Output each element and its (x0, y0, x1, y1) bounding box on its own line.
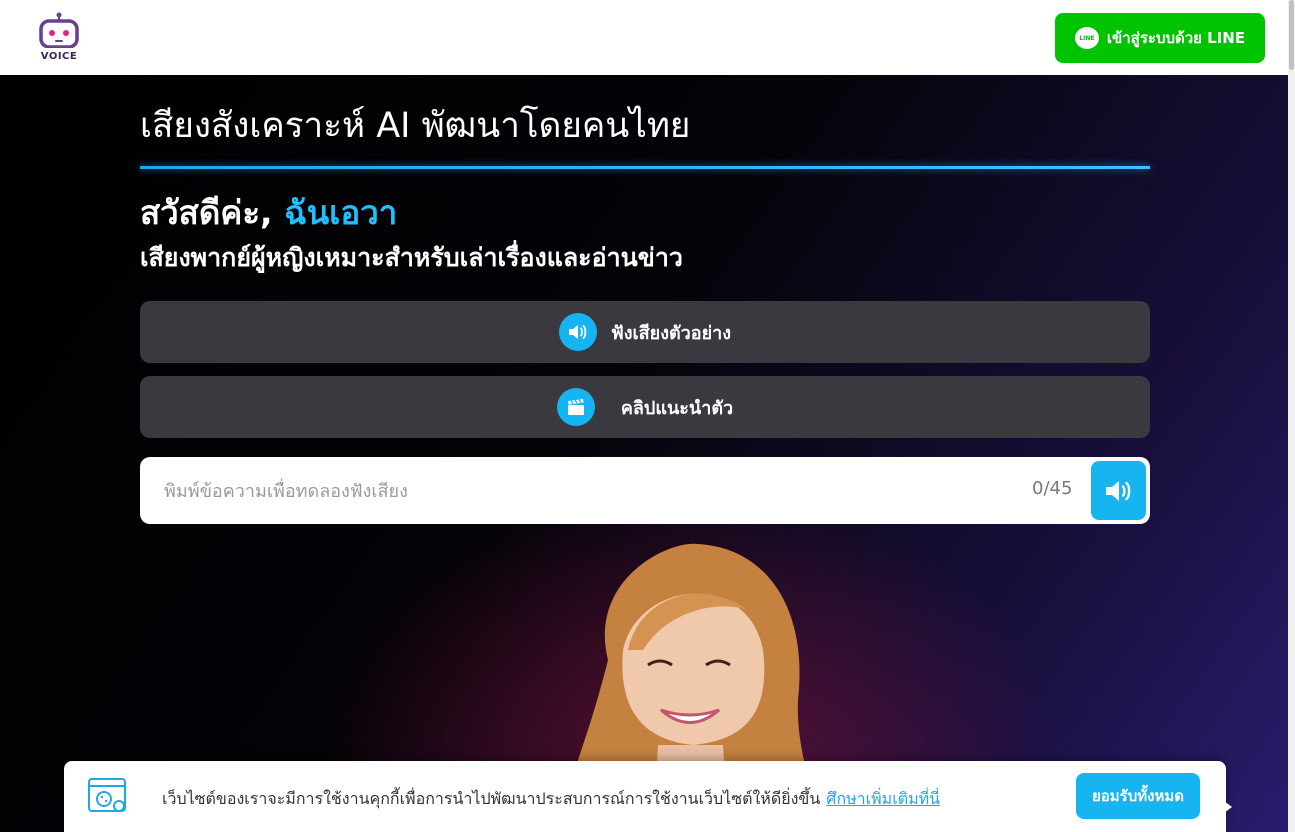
top-navigation-bar: VOICE LINE เข้าสู่ระบบด้วย LINE (0, 0, 1288, 75)
robot-logo-icon (39, 12, 79, 49)
intro-clip-button[interactable]: คลิปแนะนำตัว (140, 376, 1150, 438)
tts-input-container: 0/45 (140, 457, 1150, 524)
voice-logo[interactable]: VOICE (36, 12, 82, 62)
accept-all-button[interactable]: ยอมรับทั้งหมด (1076, 773, 1200, 819)
clapperboard-icon (556, 388, 595, 426)
cookie-browser-icon (88, 778, 128, 814)
intro-clip-label: คลิปแนะนำตัว (620, 397, 734, 419)
cookie-message: เว็บไซต์ของเราจะมีการใช้งานคุกกี้เพื่อกา… (162, 787, 940, 812)
title-divider (140, 166, 1150, 169)
speaker-icon (558, 313, 597, 351)
character-counter: 0/45 (1032, 478, 1073, 499)
listen-sample-button[interactable]: ฟังเสียงตัวอย่าง (140, 301, 1150, 363)
cookie-text: เว็บไซต์ของเราจะมีการใช้งานคุกกี้เพื่อกา… (162, 789, 821, 808)
line-login-label: เข้าสู่ระบบด้วย LINE (1106, 29, 1246, 47)
scrollbar[interactable] (1288, 0, 1295, 832)
line-login-button[interactable]: LINE เข้าสู่ระบบด้วย LINE (1055, 13, 1265, 63)
line-icon: LINE (1074, 27, 1099, 49)
speak-button[interactable] (1091, 461, 1146, 520)
scrollbar-thumb[interactable] (1289, 0, 1294, 70)
voice-description: เสียงพากย์ผู้หญิงเหมาะสำหรับเล่าเรื่องแล… (140, 243, 683, 272)
learn-more-link[interactable]: ศึกษาเพิ่มเติมที่นี่ (826, 789, 940, 808)
logo-text: VOICE (40, 51, 78, 62)
listen-sample-label: ฟังเสียงตัวอย่าง (610, 322, 732, 344)
cookie-consent-banner: เว็บไซต์ของเราจะมีการใช้งานคุกกี้เพื่อกา… (64, 761, 1226, 832)
speaker-icon (1105, 480, 1130, 501)
greeting: สวัสดีค่ะ, ฉันเอวา (140, 186, 397, 239)
voice-name: ฉันเอวา (284, 193, 398, 232)
chevron-right-icon[interactable] (1220, 798, 1232, 816)
greeting-prefix: สวัสดีค่ะ, (140, 193, 273, 232)
tts-text-input[interactable] (164, 475, 1004, 507)
page-title: เสียงสังเคราะห์ AI พัฒนาโดยคนไทย (140, 106, 691, 146)
